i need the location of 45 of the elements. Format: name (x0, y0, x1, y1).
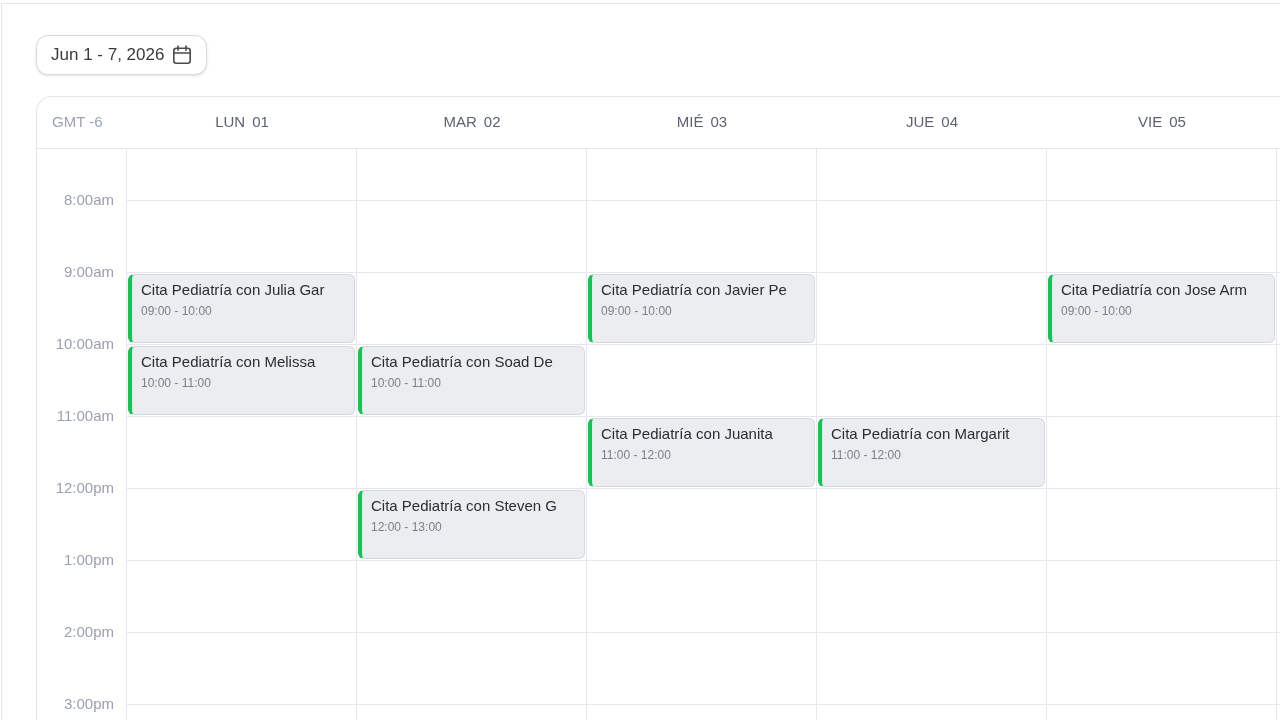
appointment-time: 11:00 - 12:00 (831, 447, 901, 463)
appointment-title: Cita Pediatría con Juanita (601, 425, 773, 443)
appointment-title: Cita Pediatría con Jose Arm (1061, 281, 1247, 299)
date-label: 01 (252, 112, 269, 133)
weekday-label: MAR (443, 112, 477, 133)
appointment-time: 10:00 - 11:00 (371, 375, 441, 391)
appointment-title: Cita Pediatría con Julia Gar (141, 281, 325, 299)
appointment-card[interactable]: Cita Pediatría con Steven G 12:00 - 13:00 (358, 490, 585, 559)
time-label: 9:00am (63, 261, 114, 282)
date-label: 04 (941, 112, 958, 133)
time-label: 12:00pm (55, 477, 114, 498)
weekday-label: VIE (1138, 112, 1163, 133)
weekday-label: MIÉ (676, 112, 704, 133)
appointment-card[interactable]: Cita Pediatría con Soad De 10:00 - 11:00 (358, 346, 585, 415)
appointment-card[interactable]: Cita Pediatría con Jose Arm 09:00 - 10:00 (1048, 274, 1275, 343)
appointment-time: 12:00 - 13:00 (371, 519, 442, 535)
appointment-card[interactable]: Cita Pediatría con Javier Pe 09:00 - 10:00 (588, 274, 815, 343)
appointment-title: Cita Pediatría con Javier Pe (601, 281, 787, 299)
appointment-time: 09:00 - 10:00 (1061, 303, 1132, 319)
time-label: 1:00pm (63, 549, 114, 570)
appointment-time: 11:00 - 12:00 (601, 447, 671, 463)
time-label: 8:00am (63, 189, 114, 210)
appointment-card[interactable]: Cita Pediatría con Melissa 10:00 - 11:00 (128, 346, 355, 415)
appointment-card[interactable]: Cita Pediatría con Margarit 11:00 - 12:00 (818, 418, 1045, 487)
date-range-button[interactable]: Jun 1 - 7, 2026 (36, 35, 208, 75)
time-label: 2:00pm (63, 621, 114, 642)
weekday-label: JUE (906, 112, 935, 133)
appointment-title: Cita Pediatría con Melissa (141, 353, 316, 371)
appointment-time: 09:00 - 10:00 (601, 303, 672, 319)
appointment-card[interactable]: Cita Pediatría con Juanita 11:00 - 12:00 (588, 418, 815, 487)
appointment-title: Cita Pediatría con Soad De (371, 353, 553, 371)
appointment-time: 10:00 - 11:00 (141, 375, 211, 391)
appointment-time: 09:00 - 10:00 (141, 303, 212, 319)
date-label: 03 (710, 112, 728, 133)
date-label: 05 (1169, 112, 1186, 133)
timezone-label: GMT -6 (52, 112, 103, 133)
calendar-icon (172, 45, 193, 65)
time-label: 3:00pm (63, 693, 114, 714)
weekday-label: LUN (215, 112, 246, 133)
appointment-card[interactable]: Cita Pediatría con Julia Gar 09:00 - 10:00 (128, 274, 355, 343)
appointment-title: Cita Pediatría con Steven G (371, 497, 557, 515)
date-label: 02 (483, 112, 501, 133)
time-label: 10:00am (55, 333, 114, 354)
appointment-title: Cita Pediatría con Margarit (831, 425, 1010, 443)
time-label: 11:00am (56, 405, 114, 426)
